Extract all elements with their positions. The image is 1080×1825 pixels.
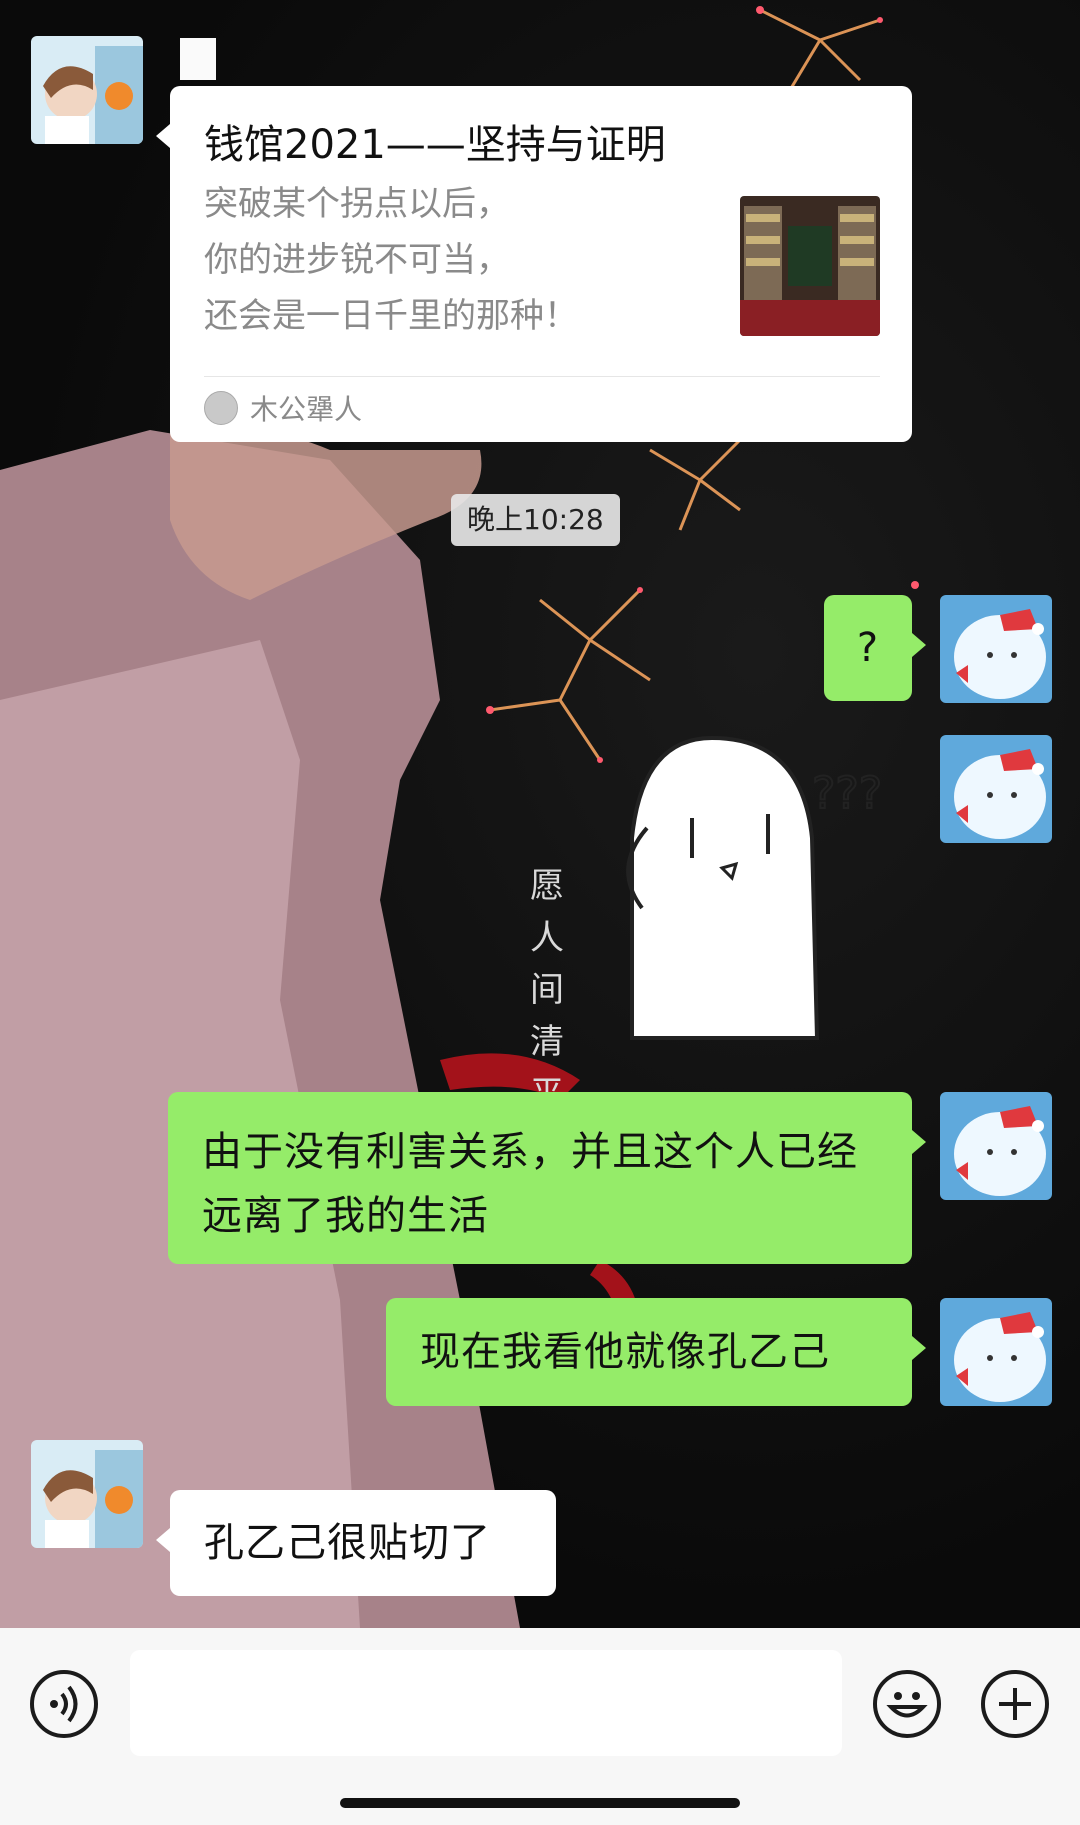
link-card-thumbnail (740, 196, 880, 336)
chat-input-bar (0, 1628, 1080, 1825)
home-indicator[interactable] (340, 1798, 740, 1808)
ghost-question-sticker[interactable]: ??? (612, 728, 912, 1048)
my-avatar[interactable] (940, 1298, 1052, 1406)
contact-avatar[interactable] (31, 1440, 143, 1548)
add-button[interactable] (981, 1670, 1049, 1738)
ghost-sticker-image: ??? (626, 735, 883, 1040)
svg-text:???: ??? (812, 768, 882, 819)
source-name: 木公犟人 (250, 393, 363, 426)
link-card-source: 木公犟人 (204, 388, 362, 428)
received-message-bubble[interactable]: 孔乙己很贴切了 (156, 1490, 556, 1596)
my-avatar-image (940, 735, 1052, 843)
description-line: 还会是一日千里的那种！ (204, 296, 578, 336)
emoji-button[interactable] (873, 1670, 941, 1738)
contact-avatar-image (31, 36, 143, 144)
message-timestamp: 晚上10:28 (451, 494, 620, 546)
description-line: 你的进步锐不可当， (204, 240, 510, 280)
contact-avatar[interactable] (31, 36, 143, 144)
redacted-name (180, 38, 216, 80)
message-text: 孔乙己很贴切了 (204, 1520, 491, 1566)
message-text: 由于没有利害关系，并且这个人已经远离了我的生活 (202, 1129, 858, 1239)
description-line: 突破某个拐点以后， (204, 184, 510, 224)
link-card-divider (204, 376, 880, 377)
bookshelf-thumbnail-image (740, 196, 880, 336)
voice-button[interactable] (30, 1670, 98, 1738)
link-card[interactable]: 钱馆2021——坚持与证明 突破某个拐点以后， 你的进步锐不可当， 还会是一日千… (156, 86, 912, 442)
message-text: 现在我看他就像孔乙己 (420, 1329, 830, 1375)
link-card-description: 突破某个拐点以后， 你的进步锐不可当， 还会是一日千里的那种！ (204, 176, 674, 344)
add-icon (999, 1688, 1031, 1720)
my-avatar[interactable] (940, 735, 1052, 843)
my-avatar-image (940, 595, 1052, 703)
link-card-title: 钱馆2021——坚持与证明 (204, 122, 666, 168)
message-text: ? (856, 625, 880, 671)
my-avatar[interactable] (940, 595, 1052, 703)
my-avatar-image (940, 1298, 1052, 1406)
message-input[interactable] (130, 1650, 842, 1756)
sent-message-bubble[interactable]: ? (824, 595, 926, 701)
sent-message-bubble[interactable]: 现在我看他就像孔乙己 (386, 1298, 926, 1406)
source-avatar-icon (204, 391, 238, 425)
sent-message-bubble[interactable]: 由于没有利害关系，并且这个人已经远离了我的生活 (168, 1092, 926, 1264)
my-avatar-image (940, 1092, 1052, 1200)
my-avatar[interactable] (940, 1092, 1052, 1200)
emoji-icon (886, 1692, 928, 1718)
voice-icon (50, 1685, 78, 1723)
contact-avatar-image (31, 1440, 143, 1548)
